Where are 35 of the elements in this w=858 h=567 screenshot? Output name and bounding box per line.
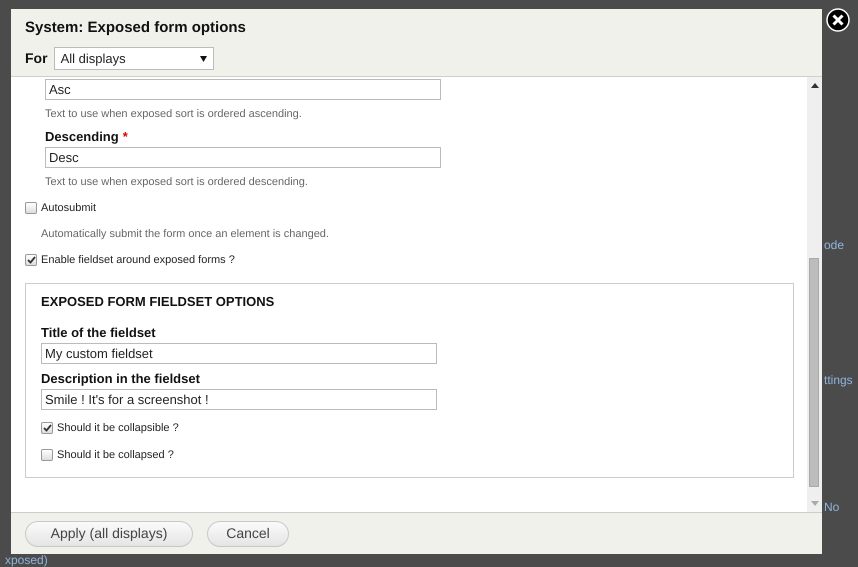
background-link[interactable]: No [824, 498, 840, 516]
text-input-field[interactable]: Desc [45, 146, 441, 168]
checkbox-label: Should it be collapsed ? [57, 448, 174, 462]
checkbox[interactable] [25, 254, 37, 266]
field-description: Automatically submit the form once an element is changed. [40, 226, 330, 242]
field-label: Descending [45, 128, 119, 144]
field-description: Text to use when exposed sort is ordered descending. [45, 174, 309, 190]
display-select[interactable]: All displays [54, 47, 214, 70]
required-marker: * [122, 128, 128, 144]
fieldset-title: EXPOSED FORM FIELDSET OPTIONS [41, 292, 276, 310]
field-label: Title of the fieldset [41, 325, 156, 340]
dropdown-arrow-icon [200, 56, 207, 62]
dialog-title: System: Exposed form options [25, 19, 247, 37]
text-input-field[interactable]: Asc [45, 79, 441, 100]
cancel-button[interactable]: Cancel [207, 520, 289, 546]
background-link[interactable]: ode [824, 236, 844, 254]
scrollbar-thumb[interactable] [809, 258, 819, 487]
background-link[interactable]: ttings [824, 371, 853, 389]
apply-button[interactable]: Apply (all displays) [25, 520, 193, 546]
text-input-field[interactable]: My custom fieldset [41, 343, 437, 364]
scroll-up-arrow-icon[interactable] [810, 83, 818, 88]
scrollbar[interactable] [807, 77, 822, 512]
close-icon[interactable] [826, 8, 850, 32]
checkbox-label: Should it be collapsible ? [57, 421, 179, 436]
checkbox[interactable] [41, 422, 53, 434]
checkbox-label: Enable fieldset around exposed forms ? [41, 253, 235, 268]
text-input-field[interactable]: Smile ! It's for a screenshot ! [41, 389, 437, 410]
checkbox[interactable] [25, 202, 37, 214]
field-description: Text to use when exposed sort is ordered ascending. [45, 107, 303, 122]
checkbox[interactable] [41, 448, 53, 461]
checkbox-label: Autosubmit [41, 201, 96, 216]
field-label: Description in the fieldset [41, 371, 200, 386]
background-link[interactable]: xposed) [5, 551, 48, 567]
scroll-down-arrow-icon[interactable] [810, 501, 818, 506]
for-label: For [25, 49, 48, 68]
